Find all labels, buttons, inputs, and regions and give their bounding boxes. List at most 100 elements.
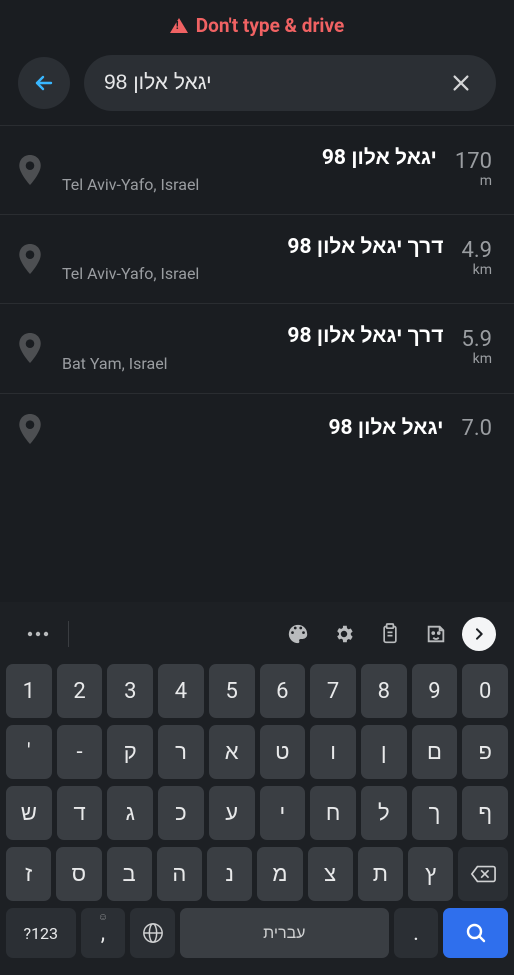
chevron-right-icon [471, 626, 487, 642]
toolbar-next-button[interactable] [462, 617, 496, 651]
key-space[interactable]: עברית [180, 908, 389, 958]
emoji-hint-icon: ☺ [98, 912, 108, 923]
gear-icon[interactable] [324, 614, 364, 654]
result-item[interactable]: יגאל אלון 98 Tel Aviv-Yafo, Israel 170 m [0, 126, 514, 214]
key-qof[interactable]: ק [107, 725, 153, 779]
key-resh[interactable]: ר [158, 725, 204, 779]
result-distance: 7.0 [461, 418, 492, 440]
key-apostrophe[interactable]: ' [6, 725, 52, 779]
key-dalet[interactable]: ד [57, 786, 103, 840]
result-distance: 4.9 km [461, 240, 492, 278]
result-subtitle: Bat Yam, Israel [62, 354, 443, 373]
key-1[interactable]: 1 [6, 664, 52, 718]
key-language[interactable] [130, 908, 175, 958]
result-body: דרך יגאל אלון 98 Tel Aviv-Yafo, Israel [62, 235, 443, 283]
sticker-icon[interactable] [416, 614, 456, 654]
app-root: Don't type & drive יגאל אלון 98 Tel Aviv… [0, 0, 514, 975]
key-gimel[interactable]: ג [107, 786, 153, 840]
clipboard-icon[interactable] [370, 614, 410, 654]
result-distance: 170 m [455, 151, 492, 189]
key-kaf[interactable]: כ [158, 786, 204, 840]
separator [68, 621, 69, 647]
key-kaf-sofit[interactable]: ך [412, 786, 458, 840]
key-5[interactable]: 5 [209, 664, 255, 718]
warning-icon [170, 18, 188, 33]
key-tet[interactable]: ט [260, 725, 306, 779]
palette-icon[interactable] [278, 614, 318, 654]
key-0[interactable]: 0 [462, 664, 508, 718]
result-item[interactable]: יגאל אלון 98 7.0 [0, 394, 514, 450]
key-bet[interactable]: ב [107, 847, 152, 901]
key-3[interactable]: 3 [107, 664, 153, 718]
result-subtitle: Tel Aviv-Yafo, Israel [62, 264, 443, 283]
key-2[interactable]: 2 [57, 664, 103, 718]
keyboard-row-3: ש ד ג כ ע י ח ל ך ף [6, 786, 508, 840]
result-subtitle: Tel Aviv-Yafo, Israel [62, 175, 437, 194]
key-dash[interactable]: - [57, 725, 103, 779]
key-ayin[interactable]: ע [209, 786, 255, 840]
distance-unit: km [461, 351, 492, 367]
comma-label: , [101, 921, 105, 946]
key-yod[interactable]: י [260, 786, 306, 840]
pin-icon [16, 333, 44, 363]
keyboard-toolbar [6, 608, 508, 664]
distance-value: 7.0 [461, 418, 492, 440]
clear-button[interactable] [446, 68, 476, 98]
more-icon[interactable] [18, 614, 58, 654]
key-tsadi[interactable]: צ [308, 847, 353, 901]
back-button[interactable] [18, 57, 70, 109]
search-row [0, 47, 514, 125]
key-nun[interactable]: נ [207, 847, 252, 901]
distance-value: 170 [455, 151, 492, 173]
key-het[interactable]: ח [310, 786, 356, 840]
result-distance: 5.9 km [461, 329, 492, 367]
key-search[interactable] [443, 908, 508, 958]
result-body: יגאל אלון 98 Tel Aviv-Yafo, Israel [62, 146, 437, 194]
key-6[interactable]: 6 [260, 664, 306, 718]
key-pe-sofit[interactable]: ף [462, 786, 508, 840]
keyboard-row-numbers: 1 2 3 4 5 6 7 8 9 0 [6, 664, 508, 718]
keyboard-row-2: ' - ק ר א ט ו ן ם פ [6, 725, 508, 779]
key-4[interactable]: 4 [158, 664, 204, 718]
key-7[interactable]: 7 [310, 664, 356, 718]
key-zayin[interactable]: ז [6, 847, 51, 901]
close-icon [450, 72, 472, 94]
distance-unit: km [461, 262, 492, 278]
result-title: דרך יגאל אלון 98 [62, 324, 443, 349]
pin-icon [16, 414, 44, 444]
key-he[interactable]: ה [157, 847, 202, 901]
warning-bar: Don't type & drive [0, 0, 514, 47]
key-samekh[interactable]: ס [56, 847, 101, 901]
key-lamed[interactable]: ל [361, 786, 407, 840]
result-item[interactable]: דרך יגאל אלון 98 Tel Aviv-Yafo, Israel 4… [0, 215, 514, 303]
key-comma[interactable]: ☺, [81, 908, 126, 958]
key-period[interactable]: . [394, 908, 439, 958]
keyboard-row-bottom: ?123 ☺, עברית . [6, 908, 508, 958]
pin-icon [16, 244, 44, 274]
distance-value: 4.9 [461, 240, 492, 262]
key-mem[interactable]: מ [257, 847, 302, 901]
key-nun-sofit[interactable]: ן [361, 725, 407, 779]
globe-icon [142, 922, 164, 944]
key-tsadi-sofit[interactable]: ץ [408, 847, 453, 901]
key-pe[interactable]: פ [462, 725, 508, 779]
key-9[interactable]: 9 [412, 664, 458, 718]
warning-text: Don't type & drive [196, 14, 344, 37]
key-vav[interactable]: ו [310, 725, 356, 779]
arrow-left-icon [32, 71, 56, 95]
search-input[interactable] [104, 71, 446, 95]
key-mem-sofit[interactable]: ם [412, 725, 458, 779]
key-8[interactable]: 8 [361, 664, 407, 718]
search-field[interactable] [84, 55, 496, 111]
result-body: יגאל אלון 98 [62, 416, 443, 441]
key-symbols[interactable]: ?123 [6, 908, 76, 958]
key-tav[interactable]: ת [358, 847, 403, 901]
search-icon [464, 921, 488, 945]
distance-unit: m [455, 173, 492, 189]
result-title: יגאל אלון 98 [62, 416, 443, 441]
key-backspace[interactable] [458, 847, 508, 901]
key-alef[interactable]: א [209, 725, 255, 779]
result-item[interactable]: דרך יגאל אלון 98 Bat Yam, Israel 5.9 km [0, 304, 514, 392]
pin-icon [16, 155, 44, 185]
key-shin[interactable]: ש [6, 786, 52, 840]
